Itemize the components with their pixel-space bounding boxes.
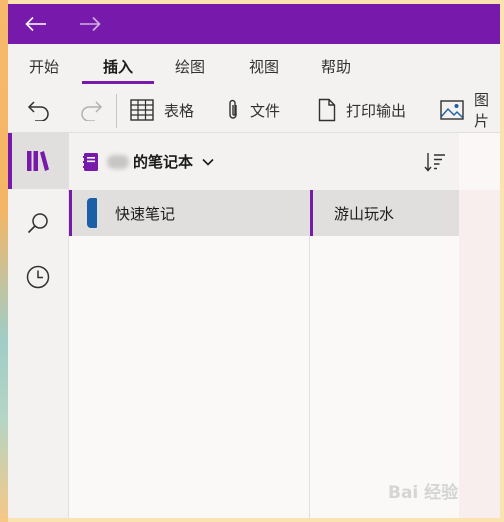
undo-button[interactable] [22, 88, 56, 132]
insert-picture-button[interactable]: 图片 [440, 88, 500, 132]
page-label: 游山玩水 [334, 204, 395, 223]
redo-icon [81, 101, 103, 121]
recent-icon [26, 265, 50, 289]
navigation-rail [8, 133, 69, 518]
insert-file-button[interactable]: 文件 [226, 88, 280, 132]
tab-help[interactable]: 帮助 [308, 44, 364, 88]
page-item[interactable]: 游山玩水 [310, 190, 459, 236]
tab-view[interactable]: 视图 [236, 44, 292, 88]
notebook-header: 的笔记本 [69, 133, 459, 190]
section-color-tab [87, 198, 97, 228]
forward-button[interactable] [64, 4, 116, 44]
redo-button[interactable] [74, 88, 108, 132]
insert-toolbar: 表格 文件 打印输出 图片 [8, 88, 500, 132]
table-label: 表格 [164, 101, 195, 120]
sort-icon [424, 152, 445, 172]
insert-table-button[interactable]: 表格 [130, 88, 194, 132]
sections-list: 快速笔记 [69, 190, 310, 518]
notebooks-nav-button[interactable] [8, 133, 68, 189]
undo-icon [27, 101, 49, 121]
table-icon [130, 99, 154, 121]
pages-list: 游山玩水 [310, 190, 459, 518]
rail-selection-indicator [8, 133, 12, 189]
search-nav-button[interactable] [8, 195, 68, 251]
page-canvas-header [459, 133, 500, 190]
picture-label: 图片 [474, 91, 490, 130]
arrow-left-icon [25, 16, 46, 32]
printout-label: 打印输出 [346, 101, 407, 120]
file-label: 文件 [250, 101, 281, 120]
notebook-title: 的笔记本 [133, 153, 194, 171]
document-icon [318, 98, 336, 122]
tab-draw[interactable]: 绘图 [162, 44, 218, 88]
search-icon [27, 213, 48, 234]
section-item-quick-notes[interactable]: 快速笔记 [69, 190, 309, 236]
onenote-window: 开始 插入 绘图 视图 帮助 表格 文件 打印输出 图片 的笔记本 快速笔记 游… [8, 4, 500, 518]
title-bar [8, 4, 500, 44]
chevron-down-icon [202, 158, 214, 166]
toolbar-separator [116, 94, 117, 128]
insert-printout-button[interactable]: 打印输出 [318, 88, 406, 132]
notebook-selector[interactable]: 的笔记本 [83, 133, 215, 190]
desktop-background-edge [0, 0, 8, 522]
page-selection-bar [310, 190, 313, 236]
page-canvas[interactable] [459, 133, 500, 518]
section-label: 快速笔记 [115, 204, 176, 223]
back-button[interactable] [10, 4, 62, 44]
paperclip-icon [226, 98, 240, 122]
watermark: Bai 经验 [388, 482, 459, 503]
notebook-icon [83, 152, 98, 171]
notebooks-icon [27, 151, 49, 171]
tab-home[interactable]: 开始 [16, 44, 72, 88]
section-selection-bar [69, 190, 72, 236]
active-tab-indicator [82, 81, 154, 84]
arrow-right-icon [80, 16, 101, 32]
recent-nav-button[interactable] [8, 249, 68, 305]
sort-button[interactable] [415, 133, 455, 190]
redacted-username [107, 154, 129, 169]
picture-icon [440, 100, 464, 120]
